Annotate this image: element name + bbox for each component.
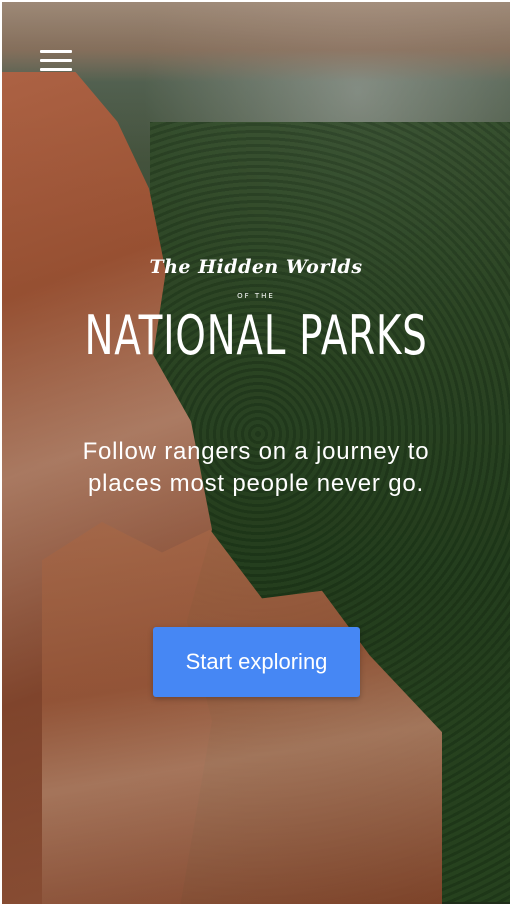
menu-bar xyxy=(40,59,72,62)
start-exploring-button[interactable]: Start exploring xyxy=(153,627,360,697)
page-title: NATIONAL PARKS xyxy=(84,304,428,367)
hamburger-menu-icon[interactable] xyxy=(38,46,74,74)
script-subtitle: The Hidden Worlds xyxy=(149,256,363,278)
app-screen: The Hidden Worlds OF THE NATIONAL PARKS … xyxy=(2,2,510,904)
menu-bar xyxy=(40,50,72,53)
tagline: Follow rangers on a journey to places mo… xyxy=(82,438,430,497)
subtitle-of-the: OF THE xyxy=(237,292,275,300)
menu-bar xyxy=(40,68,72,71)
